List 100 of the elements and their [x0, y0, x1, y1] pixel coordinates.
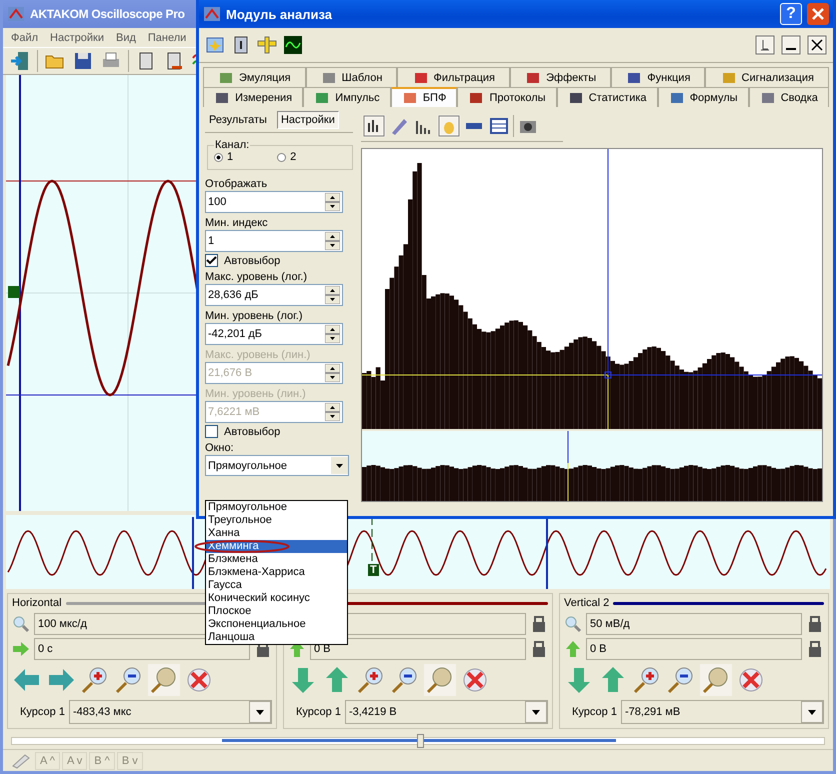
- tab[interactable]: Эффекты: [510, 67, 612, 87]
- list-item[interactable]: Блэкмена: [206, 553, 347, 566]
- spin-arrows-icon: [325, 364, 340, 382]
- spin-arrows-icon: [325, 325, 340, 343]
- field-label: Макс. уровень (лин.): [205, 349, 312, 361]
- scale-field[interactable]: 50 мВ/д: [586, 613, 802, 636]
- check-icon: [206, 255, 217, 266]
- menu-item[interactable]: Файл: [11, 32, 38, 44]
- zoom-area-icon[interactable]: [424, 664, 456, 696]
- sub-tab[interactable]: Результаты: [205, 111, 271, 129]
- lock-icon[interactable]: [530, 640, 548, 658]
- tab-icon: [468, 90, 484, 104]
- tab-icon: [320, 70, 337, 84]
- tab-icon: [760, 90, 776, 104]
- list-item[interactable]: Треугольное: [206, 514, 347, 527]
- spin-field[interactable]: 100: [205, 191, 343, 213]
- channel-radio[interactable]: 2: [277, 151, 296, 163]
- list-item[interactable]: Гаусса: [206, 579, 347, 592]
- cursor-dropdown[interactable]: -78,291 мВ: [620, 700, 824, 724]
- field-label: Окно:: [205, 442, 235, 454]
- tab[interactable]: Сводка: [748, 87, 829, 107]
- tab-icon: [402, 91, 418, 105]
- panel-title: Vertical 2: [564, 597, 610, 610]
- tab[interactable]: Шаблон: [306, 67, 398, 87]
- tab[interactable]: Фильтрация: [397, 67, 510, 87]
- spin-arrows-icon: [325, 193, 340, 211]
- sub-tab[interactable]: Настройки: [276, 111, 339, 129]
- tab[interactable]: Сигнализация: [705, 67, 829, 87]
- spin-field[interactable]: 1: [205, 230, 343, 252]
- tab-icon: [412, 70, 429, 84]
- bar-chart-icon[interactable]: [363, 115, 385, 137]
- field-label: Отображать: [205, 178, 268, 190]
- tab[interactable]: БПФ: [390, 87, 458, 107]
- tab-icon: [720, 70, 737, 84]
- menu-item[interactable]: Вид: [116, 32, 136, 44]
- ruler-icon[interactable]: [257, 35, 277, 55]
- spin-field[interactable]: -42,201 дБ: [205, 323, 343, 345]
- oscilloscope-icon[interactable]: [283, 35, 303, 55]
- panel-title: Horizontal: [12, 597, 62, 610]
- lock-icon[interactable]: [530, 615, 548, 634]
- tab[interactable]: Эмуляция: [203, 67, 306, 87]
- checkbox[interactable]: Автовыбор: [205, 425, 353, 438]
- cursor-dropdown[interactable]: -483,43 мкс: [68, 700, 272, 724]
- tab[interactable]: Функция: [611, 67, 706, 87]
- tab[interactable]: Протоколы: [457, 87, 557, 107]
- window-dropdown[interactable]: Прямоугольное: [205, 455, 349, 476]
- right-arrow-icon: [12, 640, 30, 658]
- offset-field[interactable]: 0 В: [586, 638, 802, 660]
- pin-icon[interactable]: [755, 35, 775, 55]
- cursor-label: Курсор 1: [20, 706, 65, 718]
- tab[interactable]: Формулы: [658, 87, 749, 107]
- list-item[interactable]: Ханна: [206, 527, 347, 540]
- field-label: Мин. уровень (лин.): [205, 388, 307, 400]
- tab-icon: [214, 90, 230, 104]
- tab-icon: [525, 70, 542, 84]
- list-item[interactable]: Блэкмена-Харриса: [206, 566, 347, 579]
- minimize-icon[interactable]: [781, 35, 801, 55]
- exit-icon[interactable]: [9, 50, 31, 72]
- lock-icon[interactable]: [806, 640, 824, 658]
- tab-icon: [626, 70, 642, 84]
- group-label: Канал:: [214, 139, 250, 151]
- trigger-marker[interactable]: T: [368, 564, 379, 576]
- horizontal-cursor-line[interactable]: [362, 374, 822, 376]
- field-label: Мин. индекс: [205, 217, 269, 229]
- list-item[interactable]: Прямоугольное: [206, 501, 347, 514]
- channel-radio[interactable]: 1: [214, 151, 234, 163]
- window-title: AKTAKOM Oscilloscope Pro: [30, 7, 185, 21]
- menu-item[interactable]: Панели: [148, 32, 186, 44]
- spin-field[interactable]: 28,636 дБ: [205, 284, 343, 306]
- magnifier-icon: [564, 615, 582, 634]
- table-icon[interactable]: [488, 115, 510, 137]
- spin-arrows-icon: [325, 232, 340, 250]
- close-icon[interactable]: [807, 35, 827, 55]
- magnifier-icon: [12, 615, 30, 634]
- spin-arrows-icon: [325, 403, 340, 421]
- field-label: Макс. уровень (лог.): [205, 271, 308, 283]
- zoom-area-icon[interactable]: [148, 664, 180, 696]
- tab-icon: [668, 90, 685, 104]
- app-icon: [203, 5, 221, 23]
- cursor-label: Курсор 1: [296, 706, 341, 718]
- tab-icon: [218, 70, 234, 84]
- tab-icon: [568, 90, 584, 104]
- tab-icon: [314, 90, 330, 104]
- cursor-marker[interactable]: [604, 372, 612, 378]
- cursor-dropdown[interactable]: -3,4219 В: [344, 700, 548, 724]
- app-icon: [7, 5, 25, 23]
- zoom-area-icon[interactable]: [700, 664, 732, 696]
- menu-item[interactable]: Настройки: [50, 32, 104, 44]
- slider-handle[interactable]: [417, 734, 424, 748]
- window-title: Модуль анализа: [226, 6, 332, 22]
- tab[interactable]: Импульс: [303, 87, 391, 107]
- field-label: Мин. уровень (лог.): [205, 310, 304, 322]
- tab[interactable]: Статистика: [556, 87, 658, 107]
- spin-arrows-icon: [325, 286, 340, 304]
- lock-icon[interactable]: [806, 615, 824, 634]
- tab[interactable]: Измерения: [203, 87, 304, 107]
- cursor-label: Курсор 1: [572, 706, 617, 718]
- checkbox[interactable]: Автовыбор: [205, 254, 353, 267]
- help-button[interactable]: ?: [780, 3, 802, 25]
- list-item[interactable]: Конический косинус: [206, 592, 347, 605]
